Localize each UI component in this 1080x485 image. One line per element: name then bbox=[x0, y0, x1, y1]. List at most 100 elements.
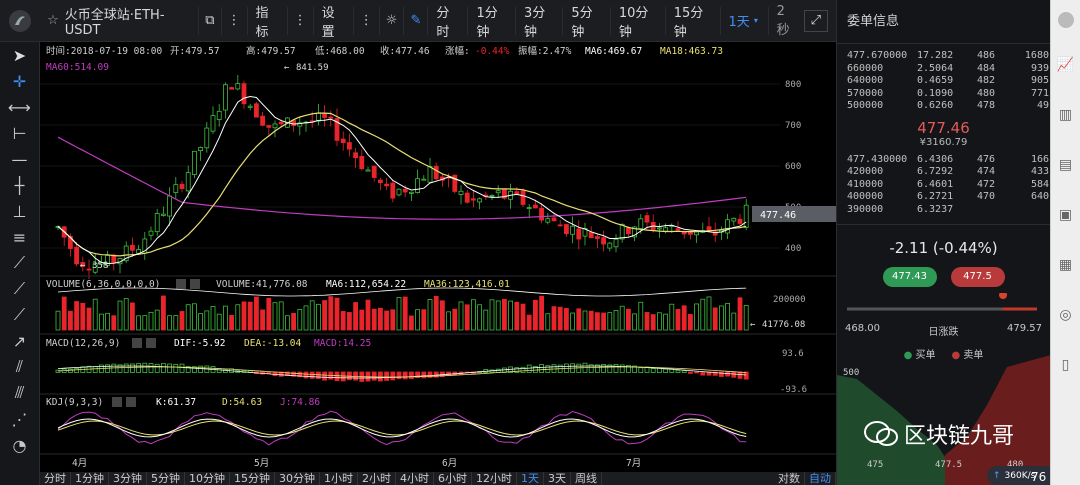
ask-row[interactable]: 660000 2.5064 484 939 bbox=[847, 63, 1050, 76]
candle-body bbox=[644, 215, 650, 223]
indicator-button[interactable]: 指标 bbox=[248, 6, 288, 40]
bottom-period-1[interactable]: 1分钟 bbox=[71, 472, 109, 485]
trend-line-icon[interactable]: ⟋ bbox=[0, 250, 39, 276]
ask-row[interactable]: 570000 0.1090 480 771 bbox=[847, 88, 1050, 101]
volume-bar bbox=[477, 304, 483, 331]
ma6-line bbox=[57, 95, 747, 265]
horizontal-line-icon[interactable]: — bbox=[0, 146, 39, 172]
kdj-settings-icon[interactable] bbox=[112, 397, 122, 407]
ray-line-icon[interactable]: ⟋ bbox=[0, 276, 39, 302]
user-avatar-icon[interactable] bbox=[1051, 0, 1080, 40]
more-icon[interactable]: ⋮ bbox=[222, 6, 248, 35]
auto-scale-toggle[interactable]: 自动 bbox=[805, 472, 836, 485]
period-4[interactable]: 10分钟 bbox=[611, 6, 666, 40]
period-0[interactable]: 分时 bbox=[428, 6, 469, 40]
macd-bar bbox=[130, 363, 135, 373]
kline-svg[interactable]: 时间:2018-07-19 08:00 开:479.57 高:479.57 低:… bbox=[40, 42, 836, 472]
period-2[interactable]: 3分钟 bbox=[516, 6, 564, 40]
volume-bar bbox=[291, 313, 297, 331]
theme-sun-icon[interactable]: ☼ bbox=[380, 6, 405, 35]
volume-bar bbox=[452, 308, 458, 331]
kdj-close-icon[interactable] bbox=[126, 397, 136, 407]
horizontal-segment-icon[interactable]: ⟷ bbox=[0, 94, 39, 120]
bottom-period-9[interactable]: 4小时 bbox=[396, 472, 434, 485]
tasks-icon[interactable]: ▤ bbox=[1051, 140, 1080, 190]
period-active-dropdown[interactable]: 1天 ▾ bbox=[721, 6, 769, 35]
volume-bar bbox=[390, 309, 396, 331]
bottom-period-12[interactable]: 1天 bbox=[517, 472, 544, 485]
ask-row[interactable]: 640000 0.4659 482 905 bbox=[847, 75, 1050, 88]
channel-icon[interactable]: ⫽ bbox=[0, 354, 39, 380]
bottom-period-10[interactable]: 6小时 bbox=[434, 472, 472, 485]
popout-icon[interactable]: ⧉ bbox=[199, 6, 222, 35]
bottom-period-2[interactable]: 3分钟 bbox=[109, 472, 147, 485]
parallel-lines-icon[interactable]: ≡ bbox=[0, 224, 39, 250]
bottom-period-7[interactable]: 1小时 bbox=[320, 472, 358, 485]
star-icon[interactable]: ☆ bbox=[47, 13, 59, 28]
candle-body bbox=[272, 123, 278, 129]
cursor-arrow-icon[interactable]: ➤ bbox=[0, 42, 39, 68]
bottom-period-4[interactable]: 10分钟 bbox=[185, 472, 230, 485]
macd-close-icon[interactable] bbox=[146, 338, 156, 348]
wallet-icon[interactable]: ▦ bbox=[1051, 240, 1080, 290]
volume-bar bbox=[167, 315, 172, 331]
best-ask-button[interactable]: 477.5 bbox=[950, 267, 1005, 287]
price-line-icon[interactable]: ⊥ bbox=[0, 198, 39, 224]
volume-current: 41776.08 bbox=[762, 320, 805, 330]
phone-icon[interactable]: ▯ bbox=[1051, 340, 1080, 390]
bottom-period-6[interactable]: 30分钟 bbox=[275, 472, 320, 485]
bottom-period-14[interactable]: 周线 bbox=[571, 472, 602, 485]
refresh-interval[interactable]: 2秒 bbox=[769, 4, 804, 38]
bid-row[interactable]: 420000 6.7292 474 433 bbox=[847, 166, 1050, 179]
ask-row[interactable]: 500000 0.6260 478 49 bbox=[847, 100, 1050, 113]
candle-body bbox=[458, 190, 464, 195]
macd-bar bbox=[526, 364, 532, 373]
macd-bar bbox=[576, 363, 582, 373]
candle-body bbox=[657, 227, 662, 230]
symbol-selector[interactable]: ☆ 火币全球站·ETH-USDT bbox=[39, 6, 200, 38]
target-icon[interactable]: ◎ bbox=[1051, 290, 1080, 340]
time-tick-3: 7月 bbox=[626, 458, 641, 469]
bottom-period-13[interactable]: 3天 bbox=[544, 472, 571, 485]
more-icon-3[interactable]: ⋮ bbox=[354, 6, 380, 35]
bid-row[interactable]: 390000 6.3237 bbox=[847, 204, 1050, 217]
bid-row[interactable]: 400000 6.2721 470 640 bbox=[847, 191, 1050, 204]
bottom-period-5[interactable]: 15分钟 bbox=[230, 472, 275, 485]
vertical-line-icon[interactable]: ┼ bbox=[0, 172, 39, 198]
candle-body bbox=[626, 227, 631, 235]
bottom-period-8[interactable]: 2小时 bbox=[358, 472, 396, 485]
bottom-period-11[interactable]: 12小时 bbox=[472, 472, 517, 485]
volume-close-icon[interactable] bbox=[190, 279, 200, 289]
kline-chart[interactable]: 时间:2018-07-19 08:00 开:479.57 高:479.57 低:… bbox=[40, 42, 836, 472]
candle-body bbox=[185, 172, 191, 192]
period-3[interactable]: 5分钟 bbox=[563, 6, 611, 40]
segment-icon[interactable]: ⟋ bbox=[0, 302, 39, 328]
settings-button[interactable]: 设置 bbox=[314, 6, 354, 40]
volume-bar bbox=[55, 310, 61, 331]
best-bid-button[interactable]: 477.43 bbox=[882, 267, 937, 287]
fib-arc-icon[interactable]: ◔ bbox=[0, 432, 39, 458]
pitchfork-icon[interactable]: ⫻ bbox=[0, 380, 39, 406]
more-icon-2[interactable]: ⋮ bbox=[288, 6, 314, 35]
crosshair-icon[interactable]: ✛ bbox=[0, 68, 39, 94]
arrow-line-icon[interactable]: ↗ bbox=[0, 328, 39, 354]
bottom-period-3[interactable]: 5分钟 bbox=[147, 472, 185, 485]
volume-bar bbox=[328, 296, 334, 331]
bottom-period-0[interactable]: 分时 bbox=[40, 472, 71, 485]
bid-row[interactable]: 410000 6.4601 472 584 bbox=[847, 179, 1050, 192]
period-1[interactable]: 1分钟 bbox=[468, 6, 516, 40]
bid-row[interactable]: 477.430000 6.4306 476 166 bbox=[847, 154, 1050, 167]
macd-settings-icon[interactable] bbox=[132, 338, 142, 348]
log-scale-toggle[interactable]: 对数 bbox=[774, 472, 805, 485]
draw-pen-icon[interactable]: ✎ bbox=[404, 6, 429, 35]
fib-fan-icon[interactable]: ⋰ bbox=[0, 406, 39, 432]
horizontal-ray-icon[interactable]: ⊢ bbox=[0, 120, 39, 146]
period-5[interactable]: 15分钟 bbox=[666, 6, 721, 40]
fullscreen-icon[interactable]: ⤢ bbox=[803, 9, 828, 32]
macd-bar bbox=[179, 363, 185, 373]
chart-line-icon[interactable]: 📈 bbox=[1051, 40, 1080, 90]
bar-chart-icon[interactable]: ▥ bbox=[1051, 90, 1080, 140]
window-icon[interactable]: ▣ bbox=[1051, 190, 1080, 240]
ask-row[interactable]: 477.670000 17.282 486 1680 bbox=[847, 50, 1050, 63]
volume-settings-icon[interactable] bbox=[176, 279, 186, 289]
